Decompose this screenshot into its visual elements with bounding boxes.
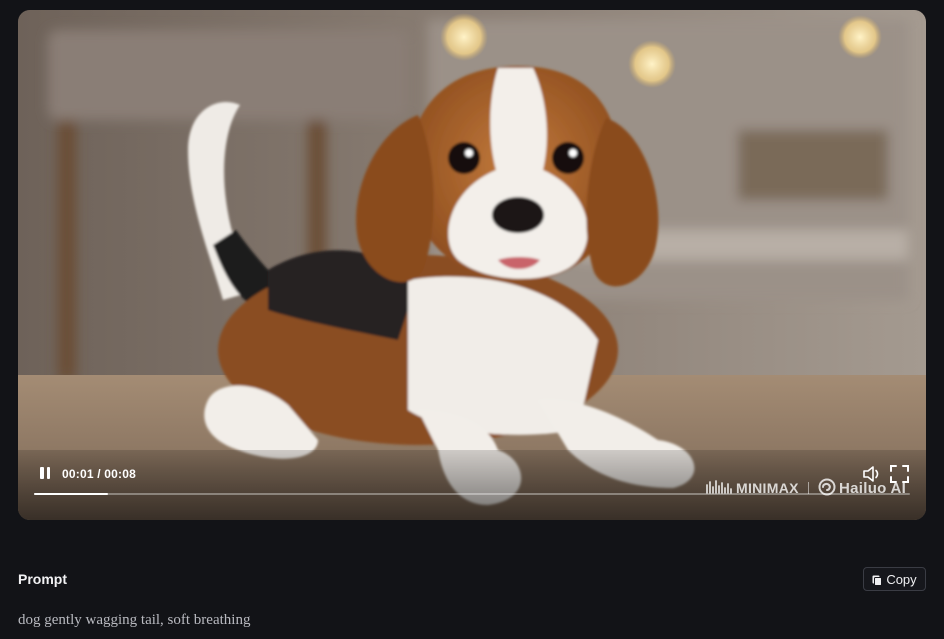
watermark-separator — [808, 482, 809, 494]
time-display: 00:01 / 00:08 — [62, 467, 136, 481]
copy-button[interactable]: Copy — [863, 567, 926, 591]
pause-icon-bar-right — [46, 467, 50, 479]
progress-bar-fill — [34, 493, 109, 495]
video-frame — [18, 10, 926, 520]
watermark-minimax: MINIMAX — [736, 480, 799, 496]
pause-button[interactable] — [38, 465, 52, 481]
pause-icon-bar-left — [40, 467, 44, 479]
video-player[interactable]: 00:01 / 00:08 MINIMAX Hailuo AI — [18, 10, 926, 520]
copy-icon — [872, 574, 883, 586]
minimax-logo-icon — [706, 479, 734, 500]
prompt-text: dog gently wagging tail, soft breathing — [18, 612, 251, 628]
hailuo-logo-icon — [818, 478, 836, 501]
prompt-heading: Prompt — [18, 571, 67, 587]
watermark-hailuo: Hailuo AI — [839, 480, 907, 497]
copy-button-label: Copy — [886, 571, 917, 587]
